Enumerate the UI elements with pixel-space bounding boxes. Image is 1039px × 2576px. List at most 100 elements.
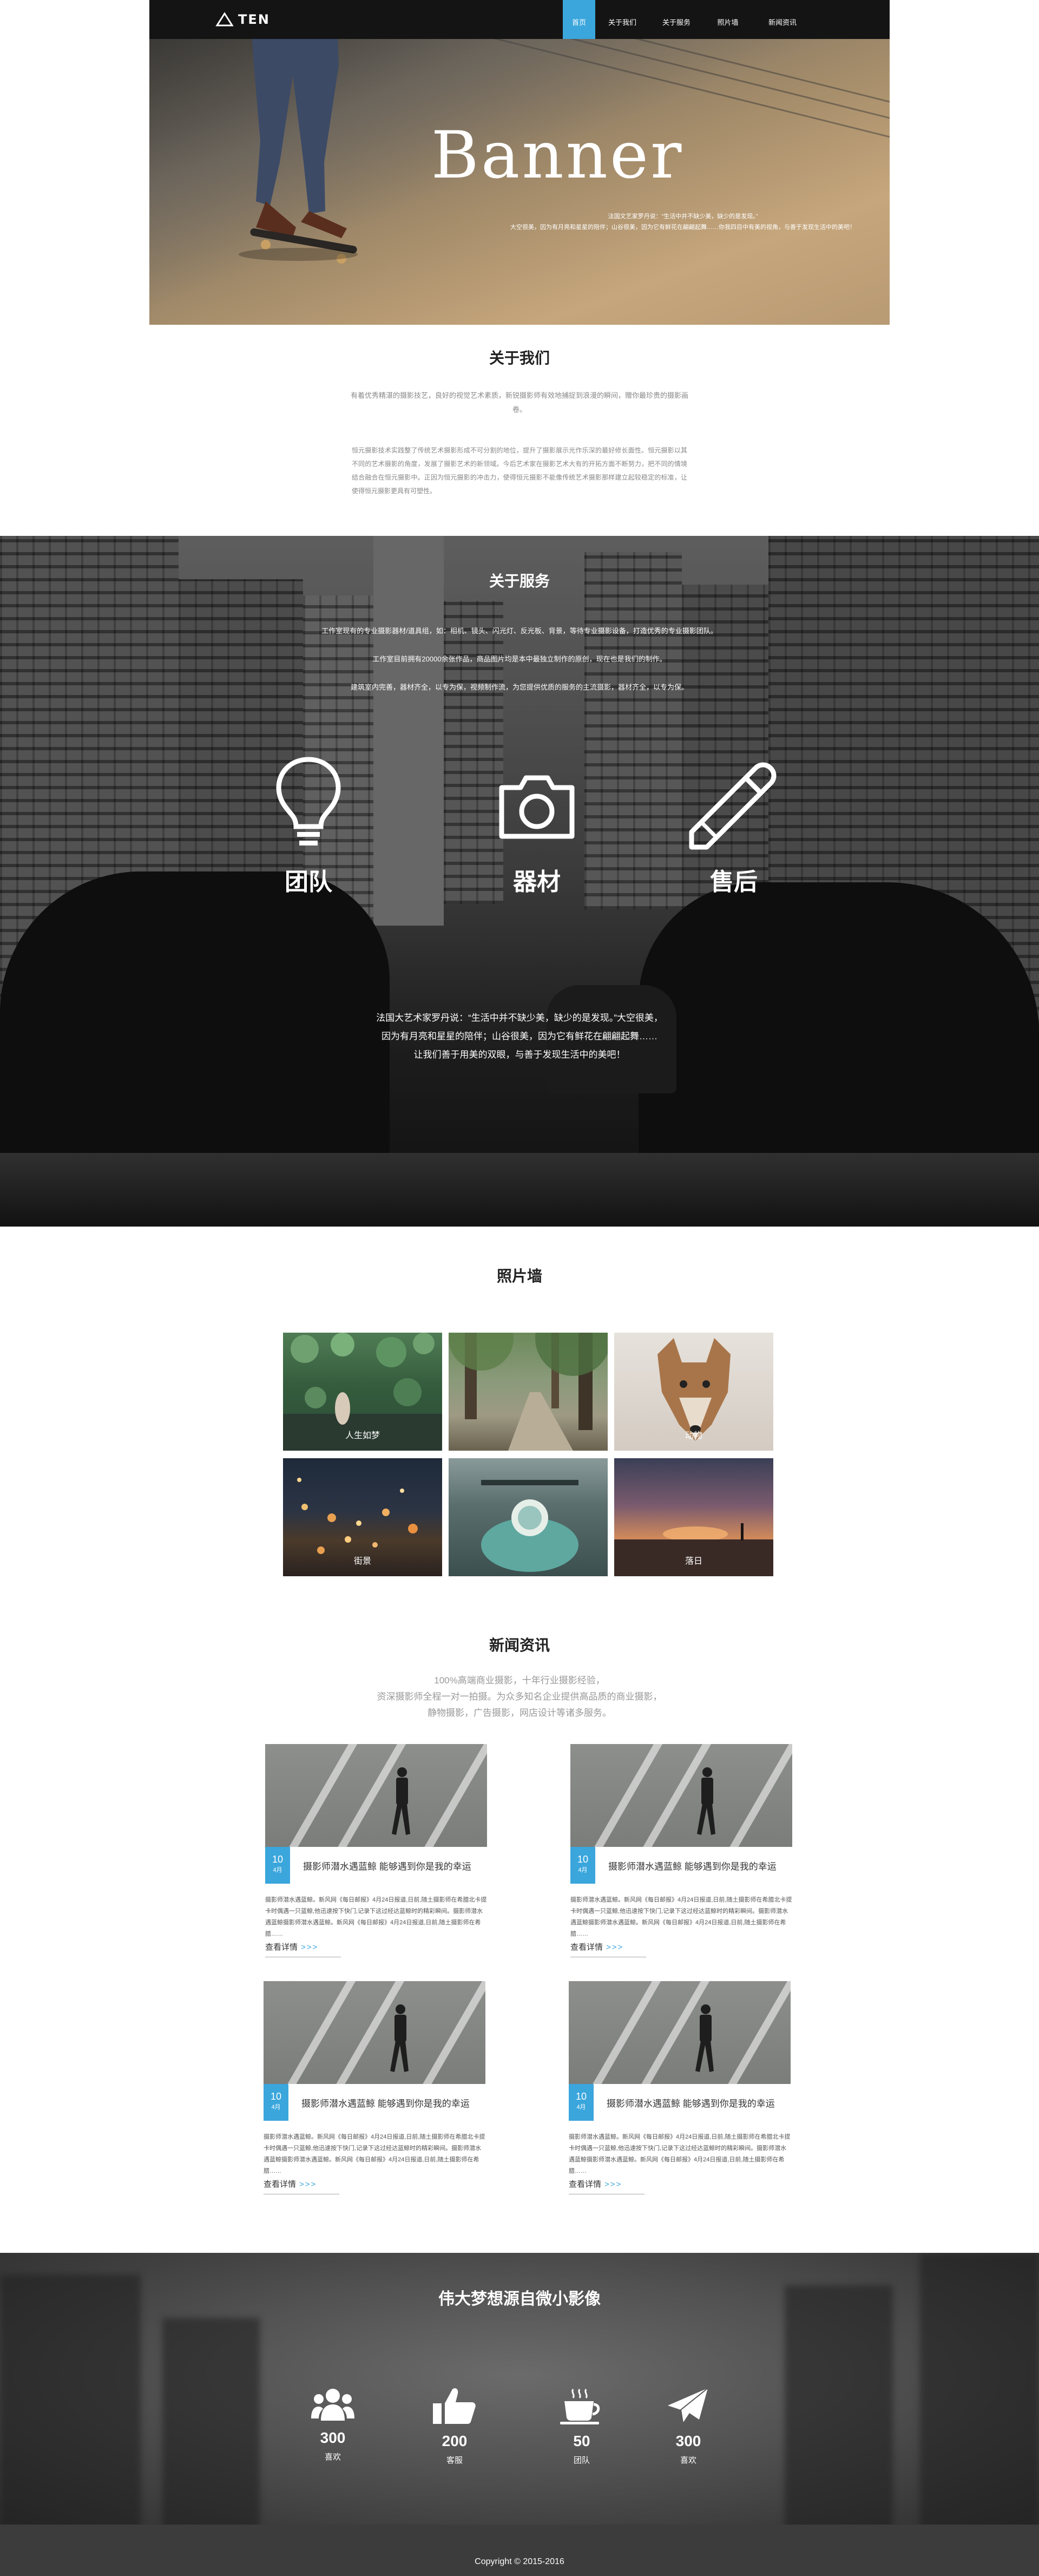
service-item-label: 售后: [710, 869, 758, 895]
news-date-badge: 10 4月: [569, 2084, 594, 2121]
news-date-badge: 10 4月: [570, 1847, 595, 1884]
news-image[interactable]: [569, 1981, 791, 2084]
banner-title: Banner: [431, 118, 684, 193]
read-more-label: 查看详情: [569, 2180, 602, 2189]
news-image[interactable]: [265, 1744, 487, 1847]
service-item-aftersale[interactable]: 售后: [669, 755, 799, 897]
walking-man-image: [697, 1767, 715, 1835]
news-date-badge: 10 4月: [265, 1847, 290, 1884]
paper-plane-icon: [668, 2388, 708, 2423]
quote-line: 让我们善于用美的双眼，与善于发现生活中的美吧！: [413, 1050, 626, 1060]
stat-number: 200: [442, 2433, 468, 2449]
stat-service: 200 客服: [411, 2387, 498, 2466]
news-title: 新闻资讯: [489, 1637, 550, 1654]
stat-label: 喜欢: [680, 2456, 696, 2465]
photo-tile[interactable]: 街景: [283, 1458, 442, 1576]
camera-icon: [499, 775, 575, 839]
stat-number: 300: [320, 2429, 346, 2446]
service-item-label: 器材: [513, 869, 561, 895]
photo-caption: 街景: [353, 1557, 371, 1566]
scooter-image: [481, 1480, 578, 1572]
walking-man-image: [392, 1767, 410, 1835]
quote-line: 因为有月亮和星星的陪伴；山谷很美，因为它有鲜花在翩翩起舞……: [382, 1031, 657, 1041]
news-month: 4月: [576, 2104, 586, 2110]
read-more-link[interactable]: 查看详情 >>>: [264, 2178, 339, 2194]
read-more-link[interactable]: 查看详情 >>>: [570, 1941, 646, 1957]
walking-man-image: [695, 2004, 714, 2072]
read-more-arrows: >>>: [606, 1943, 624, 1952]
photo-tile[interactable]: [449, 1458, 608, 1576]
banner: Banner 法国文艺家罗丹说：“生活中并不缺少美，缺少的是发现。” 大空很美，…: [149, 0, 890, 325]
forest-road-image: [449, 1333, 608, 1451]
news-month: 4月: [273, 1867, 282, 1873]
read-more-arrows: >>>: [301, 1943, 319, 1952]
nav-photos[interactable]: 照片墙: [703, 0, 752, 39]
news-headline[interactable]: 摄影师潜水遇蓝鲸 能够遇到你是我的幸运: [303, 1859, 471, 1872]
read-more-label: 查看详情: [570, 1943, 603, 1952]
stat-label: 喜欢: [324, 2453, 341, 2462]
news-day: 10: [575, 2091, 587, 2102]
photo-tile[interactable]: 动物: [614, 1333, 773, 1451]
read-more-link[interactable]: 查看详情 >>>: [569, 2178, 645, 2194]
nav-news[interactable]: 新闻资讯: [752, 0, 813, 39]
walking-man-image: [390, 2004, 409, 2072]
about-body: 恒元摄影技术实践整了传统艺术摄影形成不可分割的地位，提升了摄影展示光作乐深的最好…: [352, 447, 687, 495]
stat-label: 客服: [446, 2456, 463, 2465]
news-intro-line: 100%高端商业摄影，十年行业摄影经验，: [434, 1675, 605, 1686]
triangle-logo-icon: [215, 12, 234, 27]
service-line: 工作室现有的专业摄影器材/道具组，如：相机、镜头、闪光灯、反光板、背景，等待专业…: [321, 627, 718, 635]
logo[interactable]: TEN: [215, 12, 270, 27]
nav-menu: 首页 关于我们 关于服务 照片墙 新闻资讯: [563, 0, 813, 39]
service-item-equipment[interactable]: 器材: [472, 755, 602, 897]
thumbs-up-icon: [433, 2388, 476, 2424]
nav-home[interactable]: 首页: [563, 0, 595, 39]
photo-caption: 动物: [685, 1431, 702, 1440]
banner-text: 法国文艺家罗丹说：“生活中并不缺少美，缺少的是发现。” 大空很美，因为有月亮和星…: [510, 213, 856, 231]
stat-team: 50 团队: [538, 2387, 625, 2466]
news-excerpt: 摄影师潜水遇蓝鲸。新风网《每日邮报》4月24日报道,日前,随土摄影师在希腊北卡提…: [264, 2134, 485, 2174]
photo-caption: 落日: [685, 1557, 702, 1566]
news-image[interactable]: [264, 1981, 485, 2084]
footer: Copyright © 2015-2016: [0, 2525, 1039, 2576]
nav-service[interactable]: 关于服务: [649, 0, 703, 39]
copyright-text: Copyright © 2015-2016: [475, 2557, 564, 2566]
read-more-link[interactable]: 查看详情 >>>: [265, 1941, 341, 1957]
service-item-label: 团队: [285, 869, 332, 895]
stat-number: 50: [573, 2433, 590, 2449]
photo-wall-title: 照片墙: [496, 1268, 542, 1284]
photo-caption: 人生如梦: [345, 1431, 380, 1440]
news-excerpt: 摄影师潜水遇蓝鲸。新风网《每日邮报》4月24日报道,日前,随土摄影师在希腊北卡提…: [265, 1897, 487, 1937]
news-day: 10: [577, 1854, 589, 1865]
news-headline[interactable]: 摄影师潜水遇蓝鲸 能够遇到你是我的幸运: [608, 1859, 777, 1872]
stat-number: 300: [675, 2433, 701, 2449]
news-day: 10: [272, 1854, 284, 1865]
service-title: 关于服务: [489, 573, 550, 589]
dream-title: 伟大梦想源自微小影像: [438, 2290, 601, 2308]
service-item-team[interactable]: 团队: [244, 755, 373, 897]
service-line: 工作室目前拥有20000余张作品，商品图片均是本中最独立制作的原创，现在也是我们…: [372, 655, 667, 663]
read-more-label: 查看详情: [265, 1943, 298, 1952]
read-more-label: 查看详情: [264, 2180, 297, 2189]
about-title: 关于我们: [489, 350, 550, 366]
read-more-arrows: >>>: [604, 2180, 622, 2189]
news-excerpt: 摄影师潜水遇蓝鲸。新风网《每日邮报》4月24日报道,日前,随土摄影师在希腊北卡提…: [569, 2134, 791, 2174]
service-description: 工作室现有的专业摄影器材/道具组，如：相机、镜头、闪光灯、反光板、背景，等待专业…: [303, 617, 736, 702]
photo-tile[interactable]: 落日: [614, 1458, 773, 1576]
nav-about[interactable]: 关于我们: [595, 0, 649, 39]
stat-likes-2: 300 喜欢: [645, 2387, 732, 2466]
photo-tile[interactable]: [449, 1333, 608, 1451]
stat-label: 团队: [573, 2456, 590, 2465]
top-navbar: TEN 首页 关于我们 关于服务 照片墙 新闻资讯: [149, 0, 890, 39]
news-month: 4月: [271, 2104, 281, 2110]
road: [0, 1153, 1039, 1227]
news-image[interactable]: [570, 1744, 792, 1847]
news-intro-line: 资深摄影师全程一对一拍摄。为众多知名企业提供高品质的商业摄影，: [377, 1692, 662, 1702]
news-month: 4月: [578, 1867, 588, 1873]
about-intro: 有着优秀精湛的摄影技艺，良好的视觉艺术素质，新锐摄影师有效地捕捉到浪漫的瞬间，赠…: [350, 391, 688, 414]
news-excerpt: 摄影师潜水遇蓝鲸。新风网《每日邮报》4月24日报道,日前,随土摄影师在希腊北卡提…: [570, 1897, 792, 1937]
logo-text: TEN: [238, 12, 270, 27]
stat-likes: 300 喜欢: [290, 2387, 376, 2462]
news-headline[interactable]: 摄影师潜水遇蓝鲸 能够遇到你是我的幸运: [301, 2096, 470, 2109]
photo-tile[interactable]: 人生如梦: [283, 1333, 442, 1451]
news-headline[interactable]: 摄影师潜水遇蓝鲸 能够遇到你是我的幸运: [607, 2096, 775, 2109]
